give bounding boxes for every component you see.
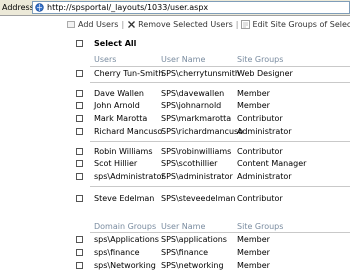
toolbar: Add Users | Remove Selected Users | Edit… <box>67 17 350 31</box>
user-site-group: Member <box>237 101 270 110</box>
user-site-group: Member <box>237 89 270 98</box>
address-bar: Address http://spsportal/_layouts/1033/u… <box>0 0 350 16</box>
user-site-group: Administrator <box>237 172 292 181</box>
add-users-icon <box>67 20 76 29</box>
user-display-name: sps\Administrator <box>94 172 165 181</box>
page-icon <box>35 3 44 12</box>
row-checkbox[interactable] <box>76 102 83 109</box>
user-site-group: Content Manager <box>237 159 307 168</box>
row-divider <box>90 141 350 142</box>
user-login-name: SPS\scothillier <box>161 159 218 168</box>
domain-login-name: SPS\finance <box>161 248 209 257</box>
row-checkbox[interactable] <box>76 90 83 97</box>
user-display-name: Steve Edelman <box>94 194 155 203</box>
column-header-user-name: User Name <box>161 55 206 64</box>
toolbar-separator: | <box>121 19 125 29</box>
row-checkbox[interactable] <box>76 173 83 180</box>
row-checkbox[interactable] <box>76 128 83 135</box>
column-header-site-groups: Site Groups <box>237 222 284 231</box>
remove-selected-label: Remove Selected Users <box>138 19 233 29</box>
user-login-name: SPS\cherrytunsmith <box>161 69 240 78</box>
user-display-name: Robin Williams <box>94 147 153 156</box>
domain-group-name: sps\Applications <box>94 235 159 244</box>
user-login-name: SPS\davewallen <box>161 89 225 98</box>
domain-login-name: SPS\networking <box>161 261 224 270</box>
row-checkbox[interactable] <box>76 70 83 77</box>
column-header-domain-groups: Domain Groups <box>94 222 157 231</box>
address-url: http://spsportal/_layouts/1033/user.aspx <box>47 3 209 12</box>
edit-site-groups-label: Edit Site Groups of Selected <box>252 19 350 29</box>
user-display-name: Scot Hillier <box>94 159 138 168</box>
user-login-name: SPS\steveedelman <box>161 194 236 203</box>
address-label: Address <box>2 3 34 12</box>
header-divider <box>90 66 350 67</box>
remove-selected-button[interactable]: Remove Selected Users <box>127 20 233 29</box>
remove-x-icon <box>127 20 136 29</box>
add-users-label: Add Users <box>78 19 119 29</box>
user-display-name: Cherry Tun-Smith <box>94 69 164 78</box>
row-checkbox[interactable] <box>76 249 83 256</box>
column-header-site-groups: Site Groups <box>237 55 284 64</box>
edit-site-groups-button[interactable]: Edit Site Groups of Selected <box>241 20 350 29</box>
column-header-user-name: User Name <box>161 222 206 231</box>
domain-site-group: Member <box>237 235 270 244</box>
user-site-group: Administrator <box>237 127 292 136</box>
user-site-group: Contributor <box>237 114 283 123</box>
domain-site-group: Member <box>237 261 270 270</box>
add-users-button[interactable]: Add Users <box>67 20 118 29</box>
domain-group-name: sps\finance <box>94 248 140 257</box>
edit-groups-icon <box>241 19 251 29</box>
select-all-label: Select All <box>94 39 137 48</box>
user-login-name: SPS\administrator <box>161 172 233 181</box>
user-login-name: SPS\robinwilliams <box>161 147 232 156</box>
toolbar-separator: | <box>235 19 239 29</box>
user-site-group: Contributor <box>237 147 283 156</box>
row-checkbox[interactable] <box>76 115 83 122</box>
user-site-group: Web Designer <box>237 69 293 78</box>
header-divider <box>90 232 350 233</box>
row-checkbox[interactable] <box>76 262 83 269</box>
column-header-users: Users <box>94 55 117 64</box>
user-display-name: Mark Marotta <box>94 114 148 123</box>
row-checkbox[interactable] <box>76 148 83 155</box>
user-display-name: Richard Mancuso <box>94 127 163 136</box>
row-divider <box>90 82 350 83</box>
domain-login-name: SPS\applications <box>161 235 227 244</box>
user-login-name: SPS\johnarnold <box>161 101 222 110</box>
user-login-name: SPS\richardmancuso <box>161 127 244 136</box>
row-checkbox[interactable] <box>76 160 83 167</box>
row-checkbox[interactable] <box>76 236 83 243</box>
domain-group-name: sps\Networking <box>94 261 156 270</box>
user-site-group: Contributor <box>237 194 283 203</box>
domain-site-group: Member <box>237 248 270 257</box>
address-input[interactable]: http://spsportal/_layouts/1033/user.aspx <box>32 1 350 14</box>
user-display-name: John Arnold <box>94 101 140 110</box>
user-display-name: Dave Wallen <box>94 89 144 98</box>
row-checkbox[interactable] <box>76 195 83 202</box>
select-all-checkbox[interactable] <box>76 40 83 47</box>
user-login-name: SPS\markmarotta <box>161 114 232 123</box>
row-divider <box>90 186 350 187</box>
